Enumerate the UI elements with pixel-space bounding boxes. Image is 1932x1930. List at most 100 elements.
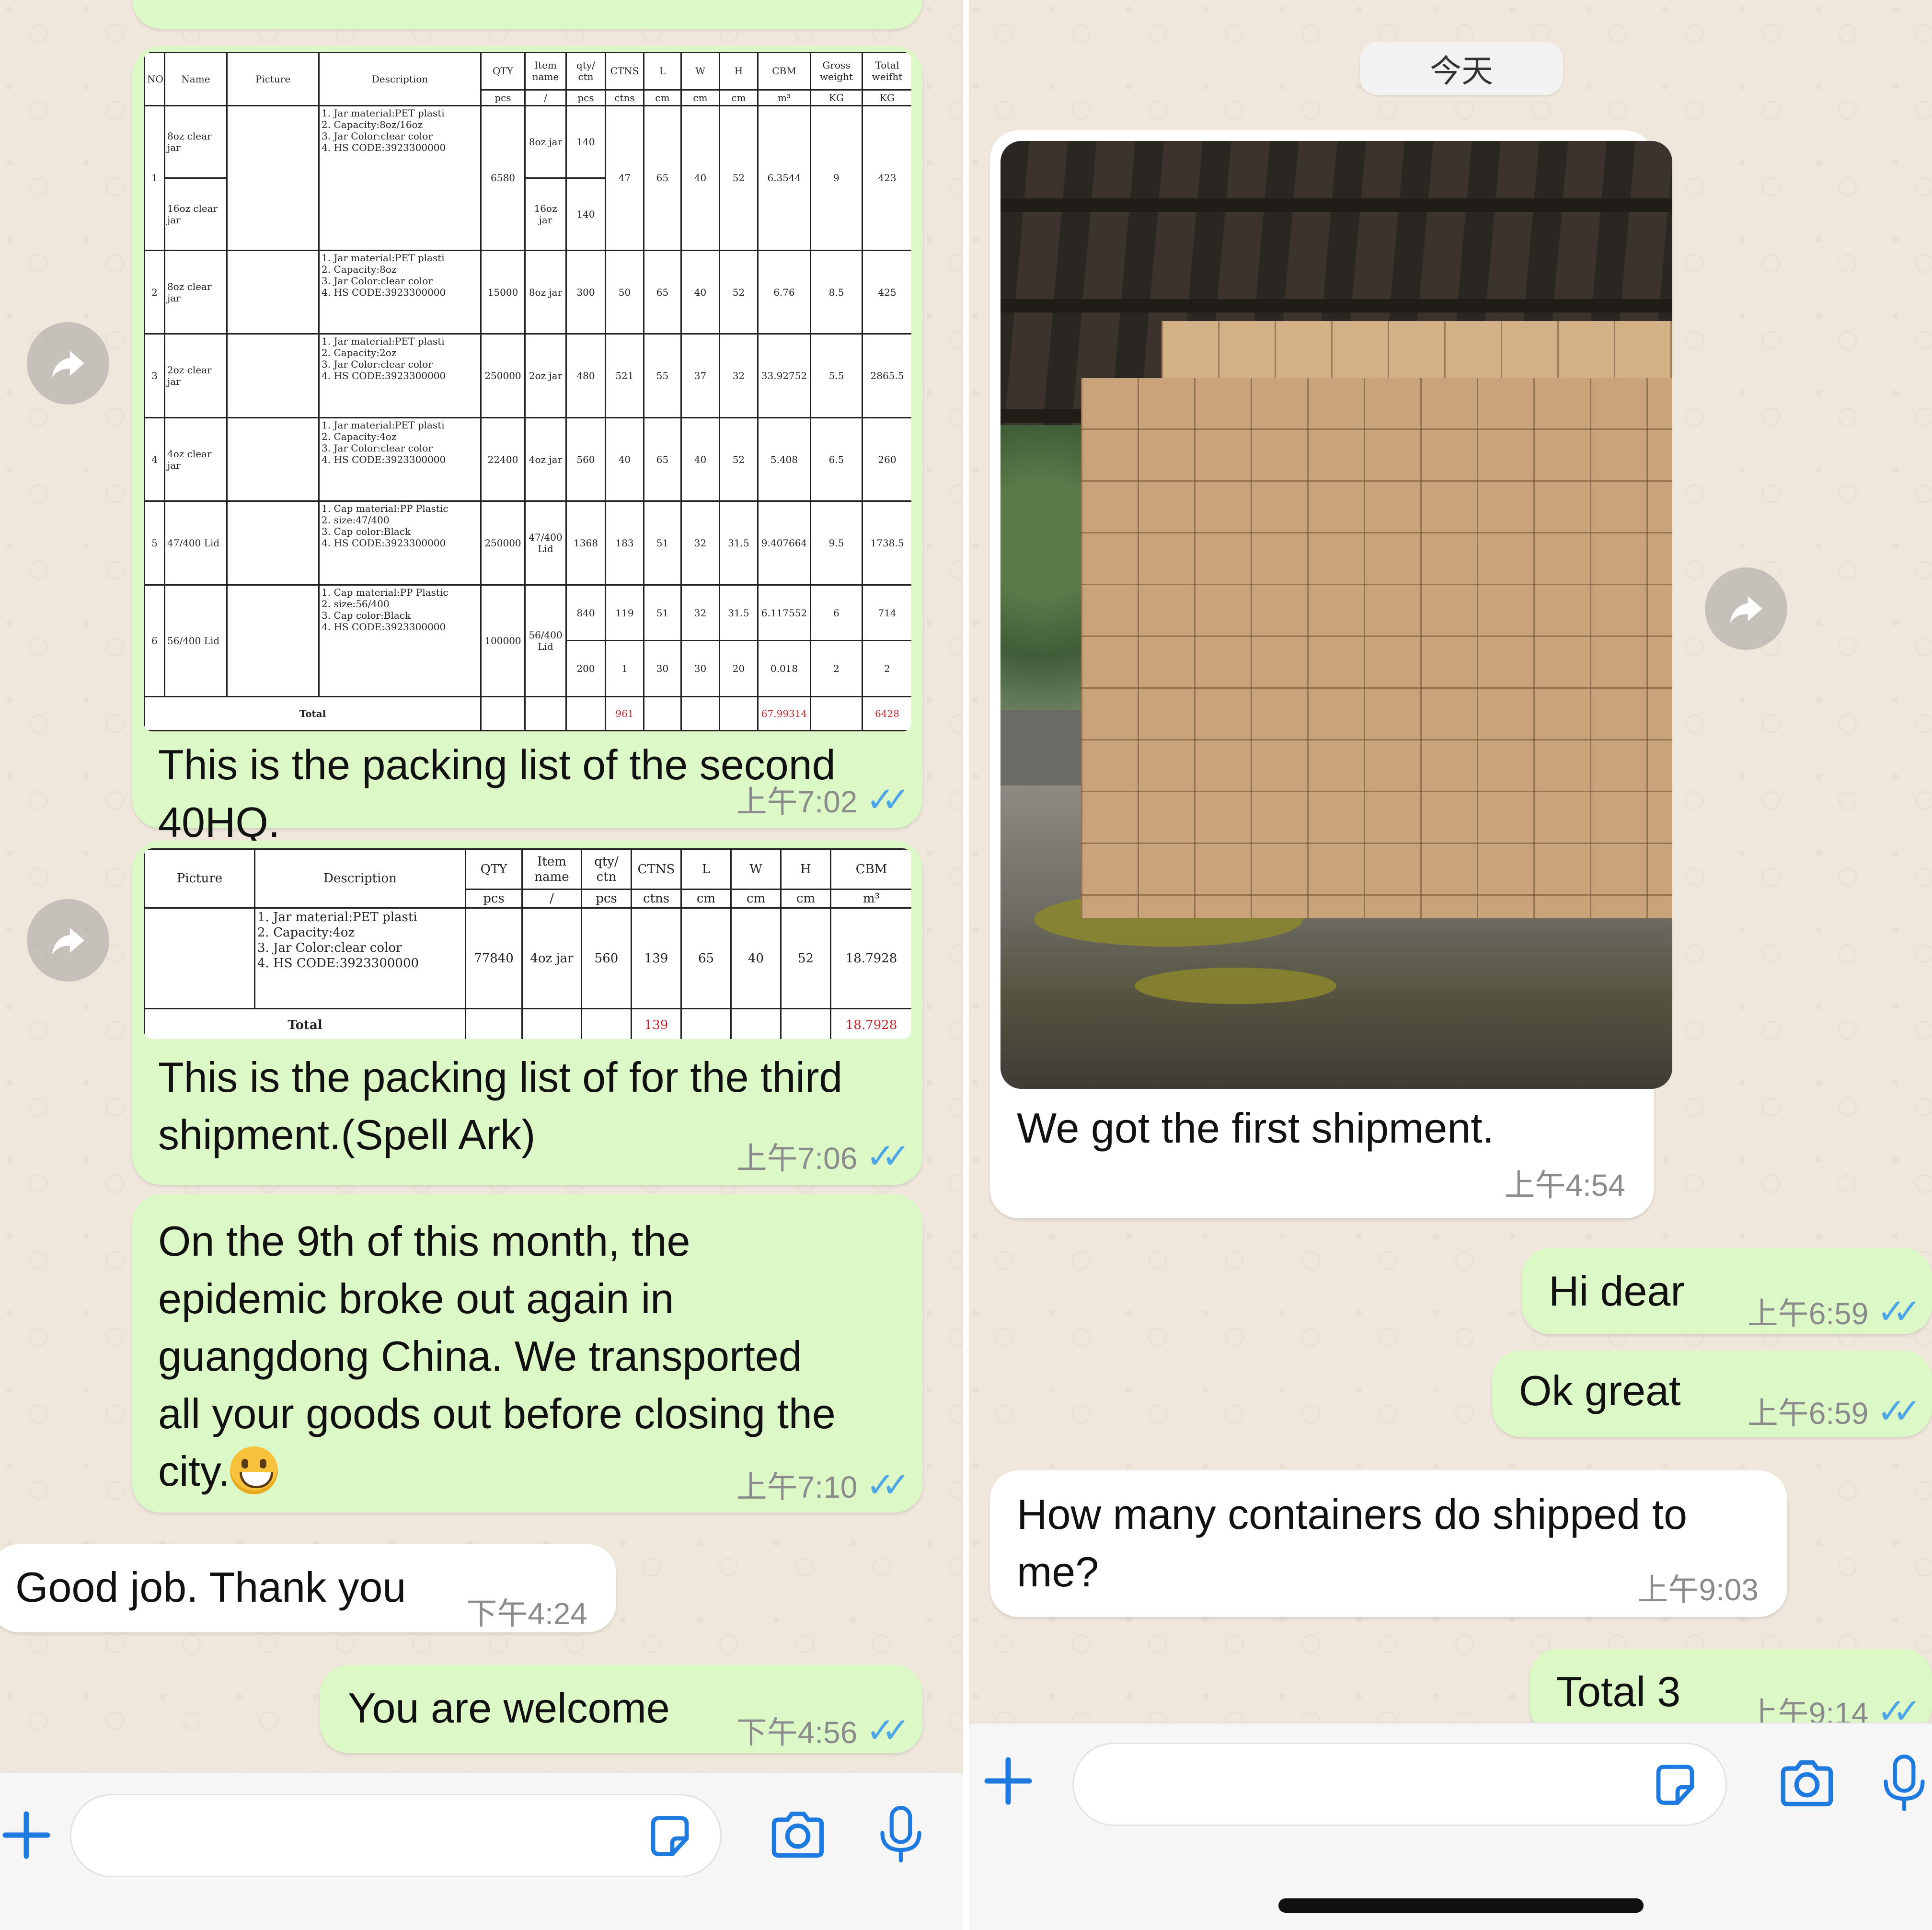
- packing-list-image-2[interactable]: Picture Description QTY Item name qty/ c…: [144, 848, 911, 1039]
- table-cell: 1. Jar material:PET plasti 2. Capacity:4…: [318, 416, 482, 502]
- total-cbm: 67.99314: [757, 695, 811, 731]
- sticker-button[interactable]: [1649, 1758, 1702, 1811]
- unit-cell: pcs: [480, 89, 526, 107]
- message-bubble-incoming[interactable]: Good job. Thank you 下午4:24: [0, 1544, 616, 1632]
- table-cell: 47/400 Lid: [524, 500, 567, 586]
- table-cell: 2oz clear jar: [164, 333, 228, 418]
- table-cell: [643, 695, 682, 731]
- table-cell: 5: [144, 500, 165, 586]
- col-name: Name: [164, 52, 228, 106]
- message-caption: We got the first shipment.: [1017, 1104, 1495, 1152]
- microphone-icon: [880, 1805, 921, 1863]
- message-bubble-photo[interactable]: We got the first shipment. 上午4:54: [990, 130, 1672, 1218]
- table-cell: 560: [581, 907, 632, 1009]
- table-cell: 1: [144, 104, 165, 251]
- table-cell: 6: [144, 584, 165, 697]
- shipment-photo[interactable]: [1000, 141, 1672, 1089]
- table-cell: 65: [643, 249, 682, 335]
- pane-divider: [963, 0, 969, 1930]
- table-cell: 6.76: [757, 249, 811, 335]
- col-picture: Picture: [144, 848, 255, 909]
- col-w: W: [730, 848, 782, 890]
- unit-cell: cm: [680, 889, 732, 909]
- table-cell: 139: [631, 907, 682, 1009]
- table-cell: 47/400 Lid: [164, 500, 228, 586]
- table-cell: 423: [862, 104, 911, 251]
- table-cell: 200: [565, 640, 606, 697]
- col-l: L: [680, 848, 732, 890]
- message-text: Total 3: [1556, 1668, 1681, 1715]
- unit-cell: cm: [719, 89, 759, 107]
- message-line: guangdong China. We transported: [158, 1332, 802, 1380]
- forward-button[interactable]: [1705, 567, 1787, 650]
- message-time: 上午9:03: [1637, 1572, 1759, 1607]
- message-time: 上午7:06: [736, 1141, 858, 1176]
- table-cell: 9.5: [810, 500, 863, 586]
- table-cell: 56/400 Lid: [524, 584, 567, 697]
- table-cell: 140: [565, 177, 606, 251]
- message-time: 上午6:59: [1747, 1396, 1869, 1431]
- message-bubble-text[interactable]: Hi dear 上午6:59 ✓✓: [1522, 1248, 1932, 1334]
- attach-button[interactable]: [0, 1802, 53, 1869]
- table-cell: 480: [565, 333, 606, 418]
- packing-list-table-2: Picture Description QTY Item name qty/ c…: [144, 848, 911, 1039]
- camera-button[interactable]: [767, 1803, 829, 1866]
- table-cell: 2: [862, 640, 911, 697]
- table-cell: [521, 1008, 582, 1039]
- picture-cell: [226, 249, 320, 335]
- table-cell: 50: [605, 249, 644, 335]
- unit-cell: /: [521, 889, 582, 909]
- message-time: 下午4:56: [736, 1715, 858, 1750]
- picture-cell: [226, 104, 320, 251]
- message-time: 下午4:24: [466, 1596, 587, 1631]
- message-bubble-text[interactable]: Total 3 上午9:14 ✓✓: [1530, 1649, 1932, 1735]
- packing-list-image-1[interactable]: NO. Name Picture Description QTY Item na…: [144, 52, 911, 731]
- table-cell: 183: [605, 500, 644, 586]
- table-cell: 22400: [480, 416, 526, 502]
- microphone-button[interactable]: [1876, 1749, 1932, 1816]
- table-cell: 31.5: [719, 500, 759, 586]
- table-cell: 52: [719, 416, 759, 502]
- unit-cell: pcs: [465, 889, 523, 909]
- forward-button[interactable]: [27, 322, 109, 404]
- message-bubble-packing-list-1[interactable]: NO. Name Picture Description QTY Item na…: [132, 46, 923, 846]
- col-ctns: CTNS: [605, 52, 644, 91]
- message-input[interactable]: [1072, 1743, 1727, 1826]
- microphone-icon: [1884, 1754, 1925, 1812]
- unit-cell: cm: [730, 889, 782, 909]
- table-cell: 65: [680, 907, 732, 1009]
- table-cell: 4: [144, 416, 165, 502]
- message-bubble-incoming[interactable]: How many containers do shipped to me? 上午…: [990, 1470, 1787, 1617]
- grinning-face-emoji-icon: [230, 1446, 278, 1494]
- table-cell: 20: [719, 640, 759, 697]
- message-bubble-text[interactable]: Ok great 上午6:59 ✓✓: [1492, 1351, 1932, 1437]
- double-check-icon: ✓✓: [866, 781, 910, 819]
- message-input[interactable]: [70, 1794, 722, 1877]
- table-cell: 5.5: [810, 333, 863, 418]
- table-cell: 6.3544: [757, 104, 811, 251]
- cropped-message-bubble[interactable]: [132, 0, 923, 29]
- microphone-button[interactable]: [872, 1801, 930, 1868]
- table-cell: [465, 1008, 523, 1039]
- forward-button[interactable]: [27, 899, 109, 982]
- table-cell: 2oz jar: [524, 333, 567, 418]
- attach-button[interactable]: [979, 1747, 1037, 1814]
- total-label: Total: [144, 1008, 466, 1039]
- table-cell: 1. Jar material:PET plasti 2. Capacity:8…: [318, 249, 482, 335]
- message-bubble-packing-list-2[interactable]: Picture Description QTY Item name qty/ c…: [132, 841, 923, 1185]
- message-bubble-text[interactable]: You are welcome 下午4:56 ✓✓: [320, 1665, 923, 1753]
- col-description: Description: [318, 52, 482, 106]
- sticker-button[interactable]: [644, 1810, 696, 1862]
- table-cell: 119: [605, 584, 644, 642]
- unit-cell: ctns: [605, 89, 644, 107]
- table-cell: 4oz clear jar: [164, 416, 228, 502]
- message-time: 上午7:10: [736, 1470, 858, 1504]
- message-bubble-text[interactable]: On the 9th of this month, the epidemic b…: [132, 1194, 923, 1513]
- table-cell: [565, 695, 606, 731]
- table-cell: 40: [680, 249, 720, 335]
- plus-icon: [2, 1811, 50, 1859]
- message-meta: 上午9:03: [1637, 1565, 1759, 1609]
- table-cell: 8oz jar: [524, 104, 567, 179]
- col-description: Description: [254, 848, 466, 909]
- camera-button[interactable]: [1776, 1752, 1838, 1814]
